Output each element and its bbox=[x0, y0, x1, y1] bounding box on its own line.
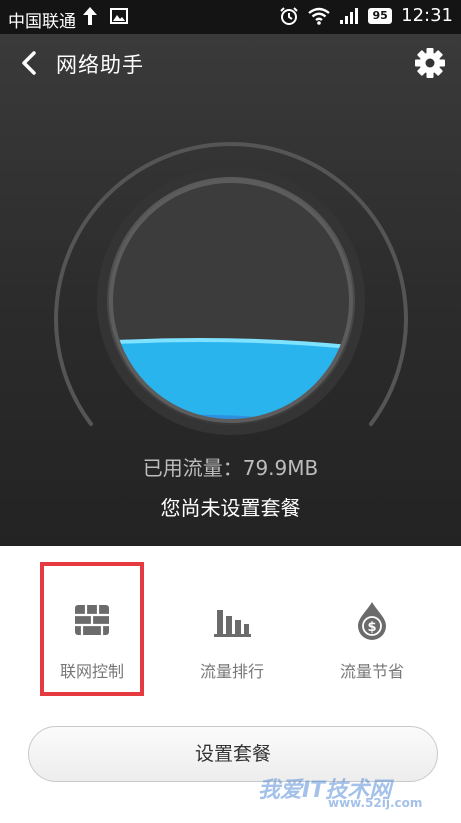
upload-arrow-icon bbox=[83, 7, 97, 25]
alarm-icon bbox=[280, 6, 298, 25]
header-panel: 网络助手 已用流量：79.9MB 您尚未设置套餐 bbox=[0, 34, 461, 546]
battery-icon: 95 bbox=[368, 7, 393, 24]
watermark-url: www.52ij.com bbox=[328, 796, 423, 810]
gear-icon bbox=[415, 48, 445, 78]
money-drop-icon: $ bbox=[358, 602, 386, 640]
status-bar: 中国联通 95 12:31 bbox=[0, 0, 461, 34]
traffic-gauge bbox=[54, 142, 408, 435]
settings-button[interactable] bbox=[411, 44, 449, 82]
chevron-left-icon bbox=[22, 51, 36, 75]
clock: 12:31 bbox=[401, 5, 453, 26]
highlight-box bbox=[40, 562, 144, 696]
traffic-saving-label: 流量节省 bbox=[339, 662, 404, 681]
title-bar: 网络助手 bbox=[0, 34, 461, 92]
plan-status-note: 您尚未设置套餐 bbox=[160, 496, 301, 520]
watermark: 我爱IT技术网 www.52ij.com bbox=[258, 772, 458, 820]
image-icon bbox=[110, 8, 128, 24]
svg-text:$: $ bbox=[367, 620, 376, 635]
page-title: 网络助手 bbox=[56, 53, 144, 77]
traffic-saving-button[interactable]: $ 流量节省 bbox=[302, 560, 442, 684]
bar-chart-icon bbox=[214, 610, 251, 637]
wifi-icon bbox=[308, 7, 330, 25]
back-button[interactable] bbox=[12, 44, 48, 82]
signal-icon bbox=[340, 7, 359, 24]
traffic-ranking-label: 流量排行 bbox=[199, 662, 264, 681]
traffic-ranking-button[interactable]: 流量排行 bbox=[162, 560, 302, 684]
used-traffic-label: 已用流量：79.9MB bbox=[142, 456, 319, 480]
carrier-name: 中国联通 bbox=[8, 12, 76, 32]
